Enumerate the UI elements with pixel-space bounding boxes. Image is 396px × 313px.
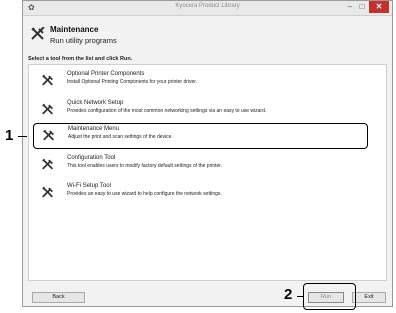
tool-title: Optional Printer Components bbox=[67, 71, 145, 77]
tool-title: Configuration Tool bbox=[67, 155, 116, 161]
tool-item-wifi-setup-tool[interactable]: Wi-Fi Setup Tool Provides an easy to use… bbox=[33, 181, 368, 207]
wrench-hammer-icon bbox=[42, 74, 53, 86]
tool-item-configuration-tool[interactable]: Configuration Tool This tool enables use… bbox=[33, 153, 368, 179]
window-title: Kyocera Product Library bbox=[175, 3, 240, 9]
tool-title: Quick Network Setup bbox=[67, 100, 124, 106]
tool-item-maintenance-menu[interactable]: Maintenance Menu Adjust the print and sc… bbox=[33, 123, 368, 149]
tool-description: This tool enables users to modify factor… bbox=[67, 163, 223, 169]
minimize-button[interactable]: – bbox=[344, 1, 356, 13]
tool-description: Adjust the print and scan settings of th… bbox=[68, 134, 173, 140]
tool-description: Install Optional Printing Components for… bbox=[67, 79, 198, 85]
run-button-highlight bbox=[303, 283, 356, 310]
callout-number-1: 1 bbox=[5, 127, 14, 144]
tool-title: Wi-Fi Setup Tool bbox=[67, 183, 111, 189]
tool-description: Provides configuration of the most commo… bbox=[67, 108, 267, 114]
wrench-hammer-icon bbox=[42, 158, 53, 170]
back-button[interactable]: Back bbox=[32, 292, 85, 303]
exit-button[interactable]: Exit bbox=[352, 292, 386, 303]
close-button[interactable]: ✕ bbox=[369, 1, 389, 13]
instruction-text: Select a tool from the list and click Ru… bbox=[28, 56, 133, 62]
page-subtitle: Run utility programs bbox=[50, 36, 117, 45]
wrench-hammer-icon bbox=[43, 129, 54, 141]
tool-title: Maintenance Menu bbox=[68, 126, 120, 132]
product-library-window: ✿ Kyocera Product Library – □ ✕ Maintena… bbox=[22, 0, 393, 307]
wrench-hammer-icon bbox=[42, 103, 53, 115]
page-title: Maintenance bbox=[50, 25, 99, 34]
tool-item-quick-network-setup[interactable]: Quick Network Setup Provides configurati… bbox=[33, 98, 368, 124]
wrench-hammer-icon bbox=[31, 27, 45, 40]
callout-pointer-2 bbox=[297, 296, 304, 298]
tool-list: Optional Printer Components Install Opti… bbox=[28, 64, 387, 281]
callout-number-2: 2 bbox=[284, 286, 293, 303]
title-bar: ✿ Kyocera Product Library – □ ✕ bbox=[23, 1, 392, 16]
tool-description: Provides an easy to use wizard to help c… bbox=[67, 191, 222, 197]
callout-pointer-1 bbox=[18, 136, 27, 138]
wrench-hammer-icon bbox=[42, 186, 53, 198]
tool-item-optional-printer-components[interactable]: Optional Printer Components Install Opti… bbox=[33, 69, 368, 95]
maximize-button[interactable]: □ bbox=[356, 1, 368, 13]
